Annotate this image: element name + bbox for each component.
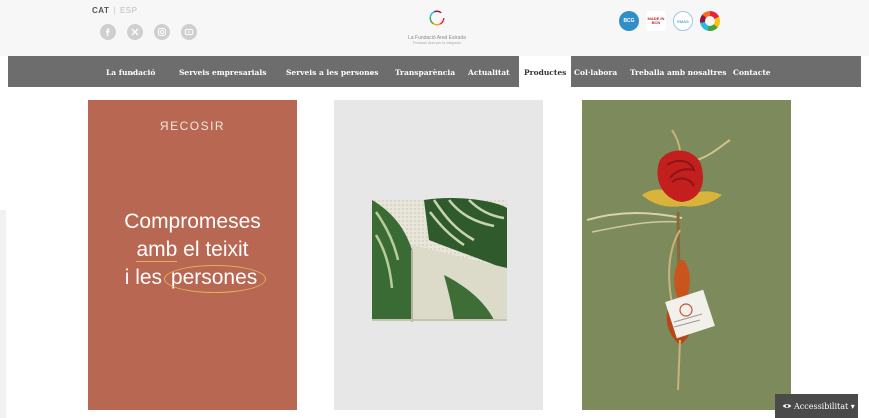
nav-item-label: Serveis empresarials: [179, 68, 267, 77]
fabric-pouch-card[interactable]: [334, 100, 543, 410]
nav-item-contacte[interactable]: Contacte: [733, 56, 771, 87]
nav-item-label: Actualitat: [468, 68, 510, 77]
slogan-circled-word: persones: [163, 264, 267, 293]
recosir-card[interactable]: ЯECOSIR Compromeses amb el teixit i les …: [88, 100, 297, 410]
instagram-icon[interactable]: [154, 24, 170, 40]
nav-item-label: Serveis a les persones: [286, 68, 379, 77]
accessibility-label: Accessibilitat: [794, 402, 849, 411]
recosir-slogan: Compromeses amb el teixit i les persones: [88, 208, 297, 293]
sustainability-badge-icon[interactable]: EMAS: [673, 11, 693, 31]
site-logo[interactable]: La Fundació Ared Estrada Fundació Ared p…: [405, 9, 469, 45]
fabric-rose-image: [582, 100, 791, 410]
accessibility-button[interactable]: Accessibilitat ▾: [775, 394, 858, 418]
twitter-icon[interactable]: [127, 24, 143, 40]
slogan-line-2: amb el teixit: [88, 236, 297, 264]
logo-ring-icon: [429, 10, 445, 26]
nav-item-col-labora[interactable]: Col·labora: [574, 56, 617, 87]
slogan-line-3-start: i les: [124, 266, 168, 289]
main-navigation: La fundació ▾ Serveis empresarials ▾ Serve…: [8, 56, 861, 87]
chevron-down-icon: ▾: [848, 402, 855, 411]
nav-item-transparencia[interactable]: Transparència: [395, 56, 455, 87]
nav-item-label: Transparència: [395, 68, 456, 77]
slogan-line-2-rest: el teixit: [177, 238, 249, 261]
language-switcher: CAT | ESP: [92, 6, 137, 15]
fabric-pouch-image: [372, 197, 507, 322]
nav-item-la-fundacio[interactable]: La fundació ▾: [106, 56, 155, 87]
nav-item-actualitat[interactable]: Actualitat: [468, 56, 510, 87]
slogan-underlined-word: amb: [136, 238, 178, 262]
nav-item-productes[interactable]: Productes: [519, 56, 572, 87]
empresa-badge-icon[interactable]: MADE IN BCN: [646, 11, 666, 31]
recosir-brand: ЯECOSIR: [159, 119, 226, 133]
youtube-icon[interactable]: [181, 24, 197, 40]
nav-item-serveis-persones[interactable]: Serveis a les persones ▾: [286, 56, 379, 87]
nav-item-label: Col·labora: [574, 68, 618, 77]
language-esp-link[interactable]: ESP: [120, 6, 138, 15]
nav-item-label: Productes: [524, 68, 567, 77]
chevron-down-icon: ▾: [184, 71, 187, 77]
social-links: [100, 24, 197, 40]
language-separator: |: [113, 6, 116, 15]
chevron-down-icon: ▾: [371, 71, 374, 77]
logo-tagline: Fundació Ared per la integració: [412, 41, 462, 45]
facebook-icon[interactable]: [100, 24, 116, 40]
chevron-down-icon: ▾: [131, 71, 134, 77]
language-cat-link[interactable]: CAT: [92, 6, 109, 15]
sdg-wheel-icon[interactable]: [700, 11, 720, 31]
nav-item-label: Contacte: [733, 68, 771, 77]
b-corp-badge-icon[interactable]: BCG: [619, 11, 639, 31]
left-edge-strip: [0, 210, 6, 418]
eye-icon: [782, 404, 792, 408]
nav-item-serveis-empresarials[interactable]: Serveis empresarials ▾: [179, 56, 266, 87]
certification-badges: BCG MADE IN BCN EMAS: [619, 11, 720, 31]
top-header: CAT | ESP La Fundació Ared Estrada Fundaci…: [0, 0, 869, 56]
fabric-rose-card[interactable]: [582, 100, 791, 410]
slogan-line-3: i les persones: [88, 264, 297, 293]
slogan-line-1: Compromeses: [124, 210, 261, 233]
nav-item-label: Treballa amb nosaltres: [630, 68, 727, 77]
nav-item-treballa[interactable]: Treballa amb nosaltres: [630, 56, 726, 87]
